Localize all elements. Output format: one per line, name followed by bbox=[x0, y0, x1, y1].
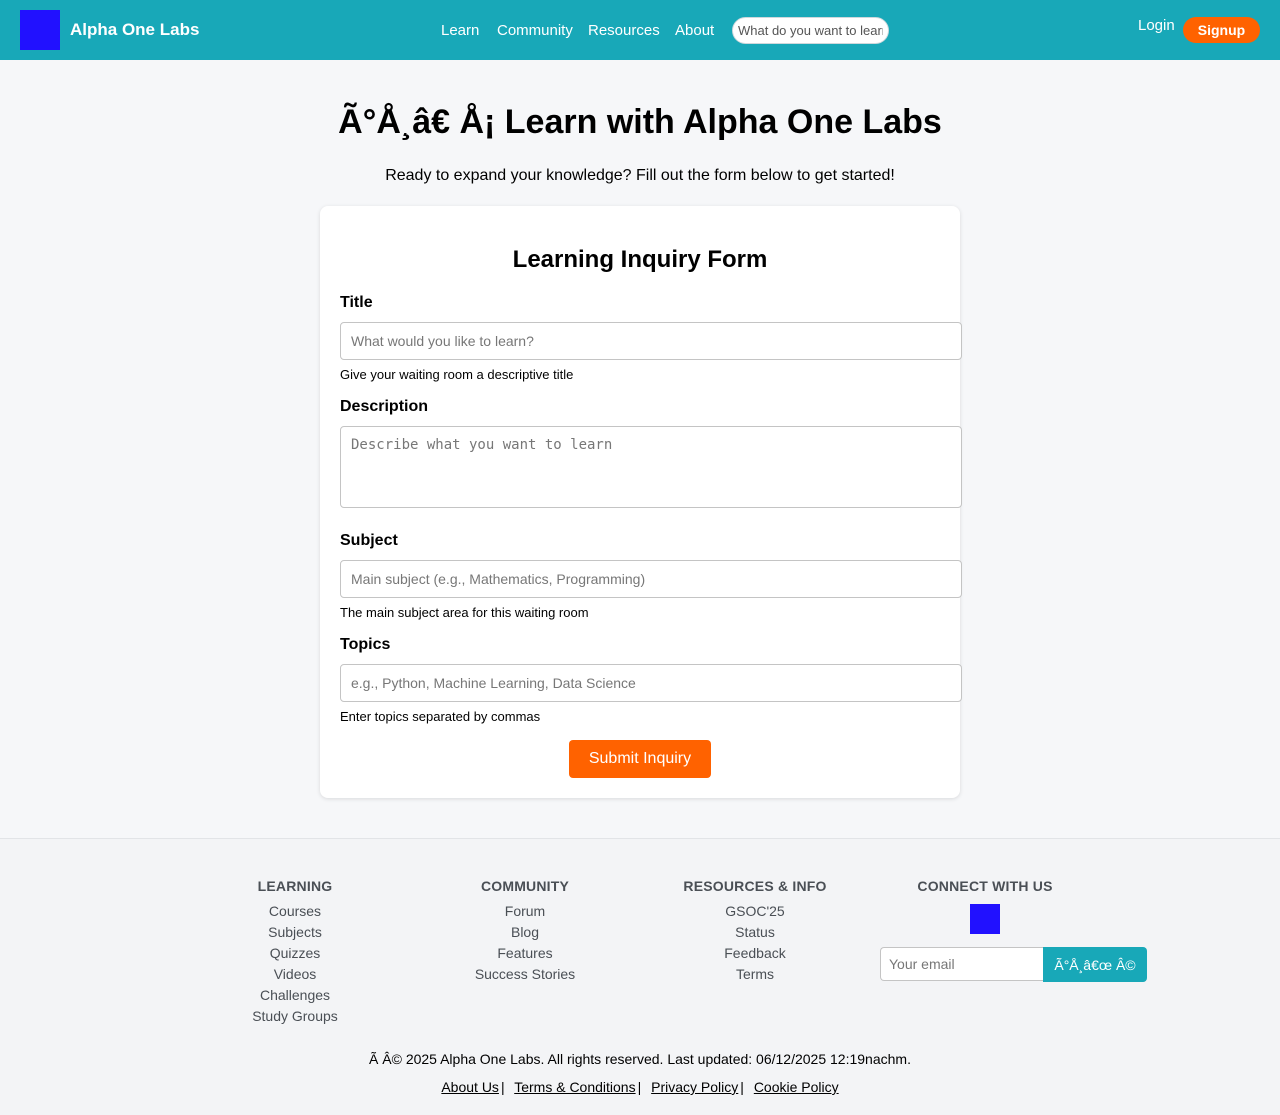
legal-link-terms[interactable]: Terms & Conditions bbox=[514, 1079, 635, 1095]
topics-label: Topics bbox=[340, 636, 391, 653]
nav-community[interactable]: Community bbox=[497, 22, 573, 39]
nav-about[interactable]: About bbox=[675, 22, 714, 39]
newsletter-email-input[interactable] bbox=[880, 947, 1044, 981]
top-navbar: Alpha One Labs Learn Community Resources… bbox=[0, 0, 1280, 60]
footer-link-forum[interactable]: Forum bbox=[415, 901, 635, 922]
form-title: Learning Inquiry Form bbox=[512, 246, 768, 273]
subject-label: Subject bbox=[340, 532, 398, 549]
brand-name[interactable]: Alpha One Labs bbox=[70, 20, 199, 40]
footer-community-heading: COMMUNITY bbox=[480, 878, 570, 894]
nav-learn[interactable]: Learn bbox=[441, 22, 479, 39]
legal-link-about[interactable]: About Us bbox=[441, 1079, 499, 1095]
footer-link-status[interactable]: Status bbox=[645, 922, 865, 943]
description-label: Description bbox=[340, 398, 429, 415]
footer-link-feedback[interactable]: Feedback bbox=[645, 943, 865, 964]
login-link[interactable]: Login bbox=[1138, 17, 1175, 34]
title-input[interactable] bbox=[340, 322, 962, 360]
footer-resources-heading: RESOURCES & INFO bbox=[683, 878, 827, 894]
description-textarea[interactable] bbox=[340, 426, 962, 508]
legal-separator: | bbox=[740, 1079, 744, 1095]
search-input[interactable] bbox=[732, 17, 889, 44]
footer-link-study-groups[interactable]: Study Groups bbox=[185, 1006, 405, 1027]
footer-link-subjects[interactable]: Subjects bbox=[185, 922, 405, 943]
footer-connect-column: CONNECT WITH US bbox=[875, 879, 1095, 901]
footer-link-courses[interactable]: Courses bbox=[185, 901, 405, 922]
page-subtitle: Ready to expand your knowledge? Fill out… bbox=[385, 167, 895, 184]
legal-links: About Us | Terms & Conditions | Privacy Po… bbox=[0, 1079, 1280, 1095]
submit-inquiry-button[interactable]: Submit Inquiry bbox=[569, 740, 711, 778]
footer-link-gsoc[interactable]: GSOC'25 bbox=[645, 901, 865, 922]
title-help-text: Give your waiting room a descriptive tit… bbox=[340, 367, 574, 382]
footer-community-column: COMMUNITY Forum Blog Features Success St… bbox=[415, 879, 635, 985]
footer-link-quizzes[interactable]: Quizzes bbox=[185, 943, 405, 964]
legal-link-cookie[interactable]: Cookie Policy bbox=[754, 1079, 839, 1095]
page-title: Ã°Å¸â€ Å¡ Learn with Alpha One Labs bbox=[338, 103, 942, 141]
footer-resources-column: RESOURCES & INFO GSOC'25 Status Feedback… bbox=[645, 879, 865, 985]
inquiry-form-card: Learning Inquiry Form Title Give your wa… bbox=[320, 206, 962, 798]
topics-help-text: Enter topics separated by commas bbox=[340, 709, 541, 724]
social-icon[interactable] bbox=[970, 904, 1000, 934]
footer-learning-heading: LEARNING bbox=[257, 878, 333, 894]
footer-link-features[interactable]: Features bbox=[415, 943, 635, 964]
title-label: Title bbox=[340, 294, 373, 311]
nav-resources[interactable]: Resources bbox=[588, 22, 660, 39]
copyright-text: Ã Â© 2025 Alpha One Labs. All rights res… bbox=[369, 1051, 911, 1067]
newsletter-subscribe-button[interactable]: Ã°Å¸â€œ Â© bbox=[1043, 947, 1147, 982]
footer-connect-heading: CONNECT WITH US bbox=[917, 878, 1053, 894]
subject-help-text: The main subject area for this waiting r… bbox=[340, 605, 589, 620]
topics-input[interactable] bbox=[340, 664, 962, 702]
footer-link-challenges[interactable]: Challenges bbox=[185, 985, 405, 1006]
footer-link-videos[interactable]: Videos bbox=[185, 964, 405, 985]
signup-button[interactable]: Signup bbox=[1183, 17, 1260, 43]
subject-input[interactable] bbox=[340, 560, 962, 598]
legal-separator: | bbox=[500, 1079, 505, 1095]
footer-link-terms[interactable]: Terms bbox=[645, 964, 865, 985]
footer-link-success-stories[interactable]: Success Stories bbox=[415, 964, 635, 985]
footer: LEARNING Courses Subjects Quizzes Videos… bbox=[0, 838, 1280, 1115]
legal-separator: | bbox=[637, 1079, 642, 1095]
footer-link-blog[interactable]: Blog bbox=[415, 922, 635, 943]
logo-icon[interactable] bbox=[20, 10, 60, 50]
footer-learning-column: LEARNING Courses Subjects Quizzes Videos… bbox=[185, 879, 405, 1027]
legal-link-privacy[interactable]: Privacy Policy bbox=[651, 1079, 738, 1095]
